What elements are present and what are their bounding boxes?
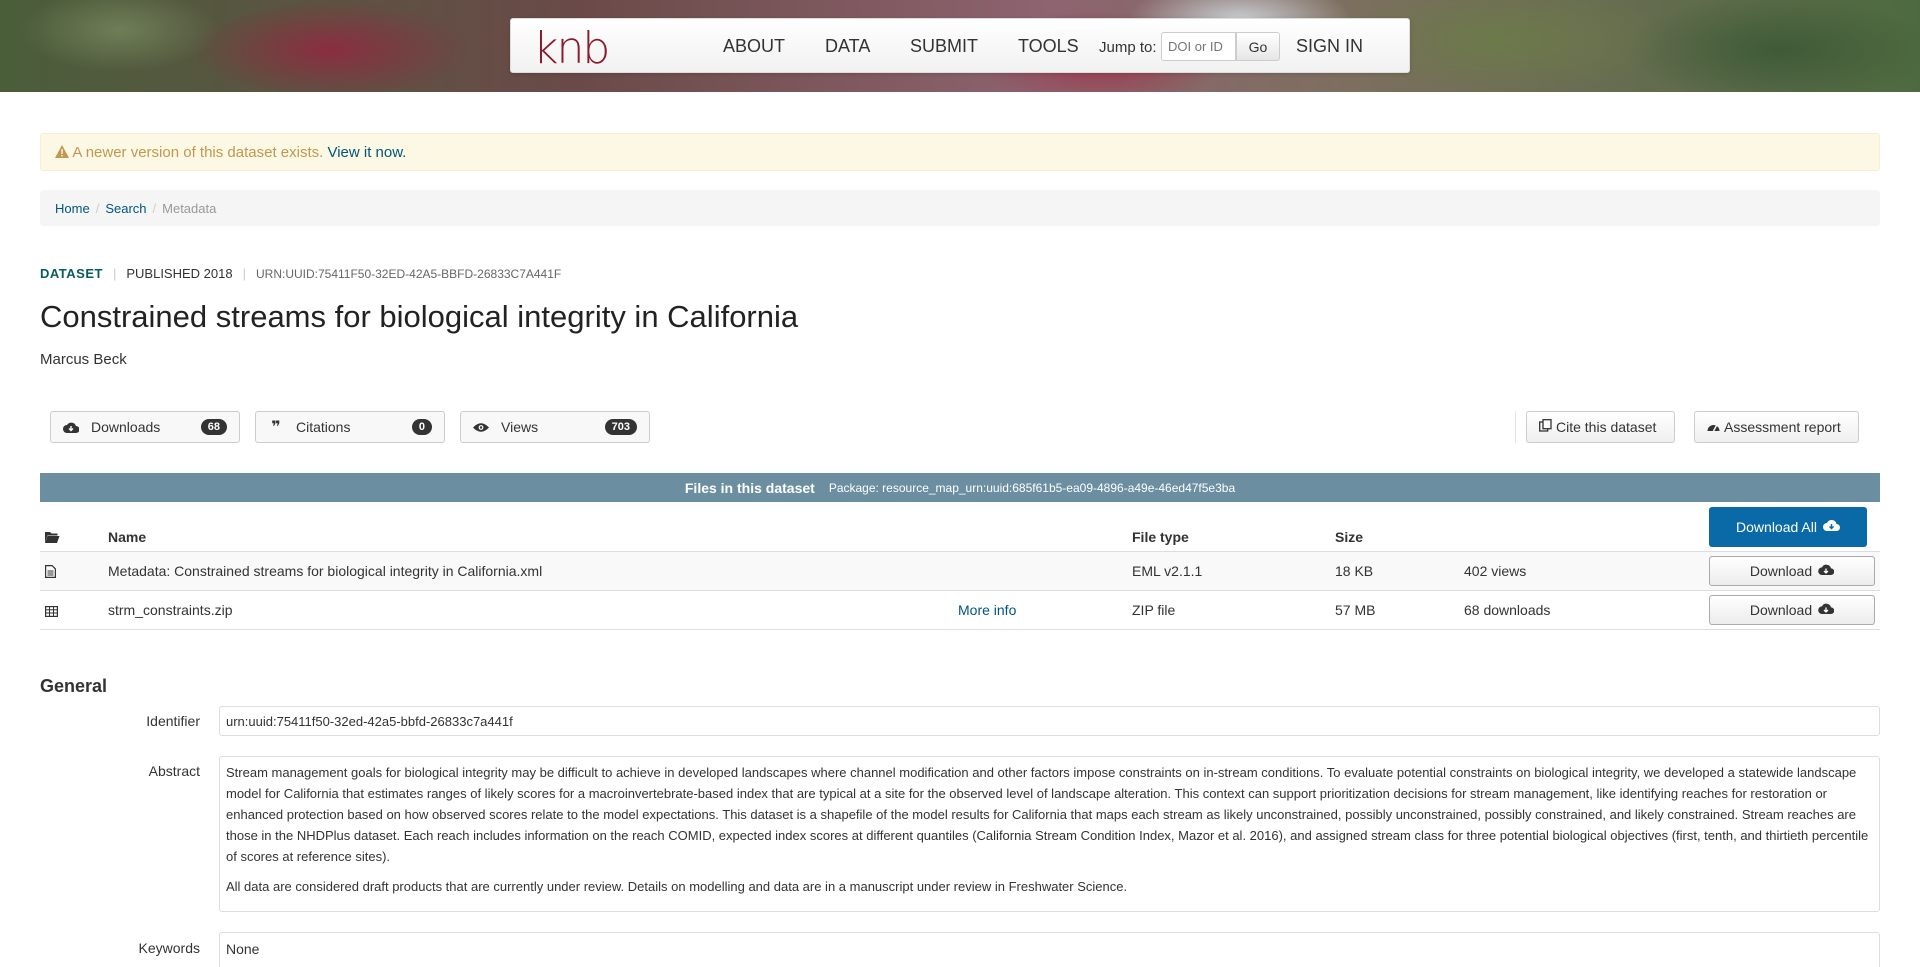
citations-count: 0	[411, 419, 432, 435]
keywords-field: None	[219, 932, 1880, 967]
abstract-field: Stream management goals for biological i…	[219, 756, 1880, 912]
dashboard-icon	[1707, 419, 1720, 435]
assessment-label: Assessment report	[1724, 419, 1841, 435]
file-size: 57 MB	[1335, 602, 1376, 618]
nav-submit[interactable]: SUBMIT	[910, 36, 978, 57]
breadcrumb-search[interactable]: Search	[105, 201, 146, 216]
keywords-label: Keywords	[138, 940, 200, 956]
cloud-download-icon	[1822, 519, 1840, 535]
top-navbar: knb ABOUT DATA SUBMIT TOOLS Jump to: Go …	[510, 18, 1410, 74]
alert-text: A newer version of this dataset exists.	[72, 144, 324, 161]
file-stat: 68 downloads	[1464, 602, 1551, 618]
citations-metric-button[interactable]: ❞ Citations 0	[255, 411, 445, 443]
more-info-link[interactable]: More info	[958, 602, 1016, 618]
divider	[1515, 411, 1516, 443]
knb-logo[interactable]: knb	[533, 23, 610, 74]
breadcrumb: Home / Search / Metadata	[40, 190, 1880, 226]
dataset-author[interactable]: Marcus Beck	[40, 351, 127, 368]
views-metric-button[interactable]: Views 703	[460, 411, 650, 443]
downloads-count: 68	[200, 419, 227, 435]
column-file-type[interactable]: File type	[1132, 529, 1189, 545]
cloud-download-icon	[1818, 602, 1835, 618]
cloud-download-icon	[63, 420, 79, 434]
header-banner: knb ABOUT DATA SUBMIT TOOLS Jump to: Go …	[0, 0, 1920, 92]
download-button[interactable]: Download	[1709, 595, 1875, 625]
quote-icon: ❞	[271, 419, 281, 436]
files-title: Files in this dataset	[684, 479, 815, 496]
download-all-label: Download All	[1736, 519, 1817, 535]
dataset-identifier: URN:UUID:75411F50-32ED-42A5-BBFD-26833C7…	[255, 266, 562, 281]
file-name[interactable]: strm_constraints.zip	[108, 602, 232, 618]
column-size[interactable]: Size	[1335, 529, 1363, 545]
file-type: ZIP file	[1132, 602, 1176, 618]
file-text-icon	[44, 565, 56, 583]
citations-label: Citations	[296, 419, 351, 435]
download-label: Download	[1749, 602, 1813, 618]
go-button[interactable]: Go	[1236, 32, 1280, 61]
eye-icon	[473, 420, 489, 434]
general-section-title: General	[40, 676, 108, 696]
newer-version-alert: A newer version of this dataset exists. …	[40, 133, 1880, 171]
abstract-label: Abstract	[148, 763, 200, 779]
downloads-label: Downloads	[91, 419, 161, 435]
warning-icon	[55, 144, 72, 161]
download-all-button[interactable]: Download All	[1709, 507, 1867, 547]
page-title: Constrained streams for biological integ…	[40, 299, 799, 334]
jump-to-input[interactable]	[1161, 32, 1236, 61]
table-grid-icon	[45, 604, 59, 622]
identifier-label: Identifier	[146, 713, 200, 729]
dataset-type-label: DATASET	[40, 266, 103, 281]
jump-to-label: Jump to:	[1099, 39, 1157, 56]
file-name[interactable]: Metadata: Constrained streams for biolog…	[108, 563, 542, 579]
abstract-paragraph: All data are considered draft products t…	[226, 879, 1128, 894]
abstract-paragraph: Stream management goals for biological i…	[226, 765, 1869, 864]
package-identifier: Package: resource_map_urn:uuid:685f61b5-…	[828, 480, 1236, 495]
copy-icon	[1539, 419, 1552, 435]
column-name[interactable]: Name	[108, 529, 146, 545]
view-newer-link[interactable]: View it now.	[327, 144, 406, 161]
published-year: PUBLISHED 2018	[126, 266, 233, 281]
dataset-meta: DATASET | PUBLISHED 2018 | URN:UUID:7541…	[40, 266, 562, 281]
files-table-header: Files in this dataset Package: resource_…	[40, 473, 1880, 502]
identifier-field[interactable]: urn:uuid:75411f50-32ed-42a5-bbfd-26833c7…	[219, 706, 1880, 736]
sign-in-link[interactable]: SIGN IN	[1296, 36, 1363, 57]
views-label: Views	[501, 419, 539, 435]
breadcrumb-home[interactable]: Home	[55, 201, 90, 216]
file-type: EML v2.1.1	[1132, 563, 1203, 579]
nav-tools[interactable]: TOOLS	[1018, 36, 1079, 57]
folder-open-icon	[45, 530, 60, 548]
breadcrumb-current: Metadata	[162, 201, 217, 216]
download-label: Download	[1749, 563, 1813, 579]
cite-label: Cite this dataset	[1556, 419, 1657, 435]
file-size: 18 KB	[1335, 563, 1374, 579]
nav-data[interactable]: DATA	[825, 36, 870, 57]
cite-dataset-button[interactable]: Cite this dataset	[1526, 411, 1675, 443]
assessment-report-button[interactable]: Assessment report	[1694, 411, 1859, 443]
downloads-metric-button[interactable]: Downloads 68	[50, 411, 240, 443]
download-button[interactable]: Download	[1709, 556, 1875, 586]
file-stat: 402 views	[1464, 563, 1527, 579]
views-count: 703	[604, 419, 637, 435]
cloud-download-icon	[1818, 563, 1835, 579]
nav-about[interactable]: ABOUT	[723, 36, 785, 57]
